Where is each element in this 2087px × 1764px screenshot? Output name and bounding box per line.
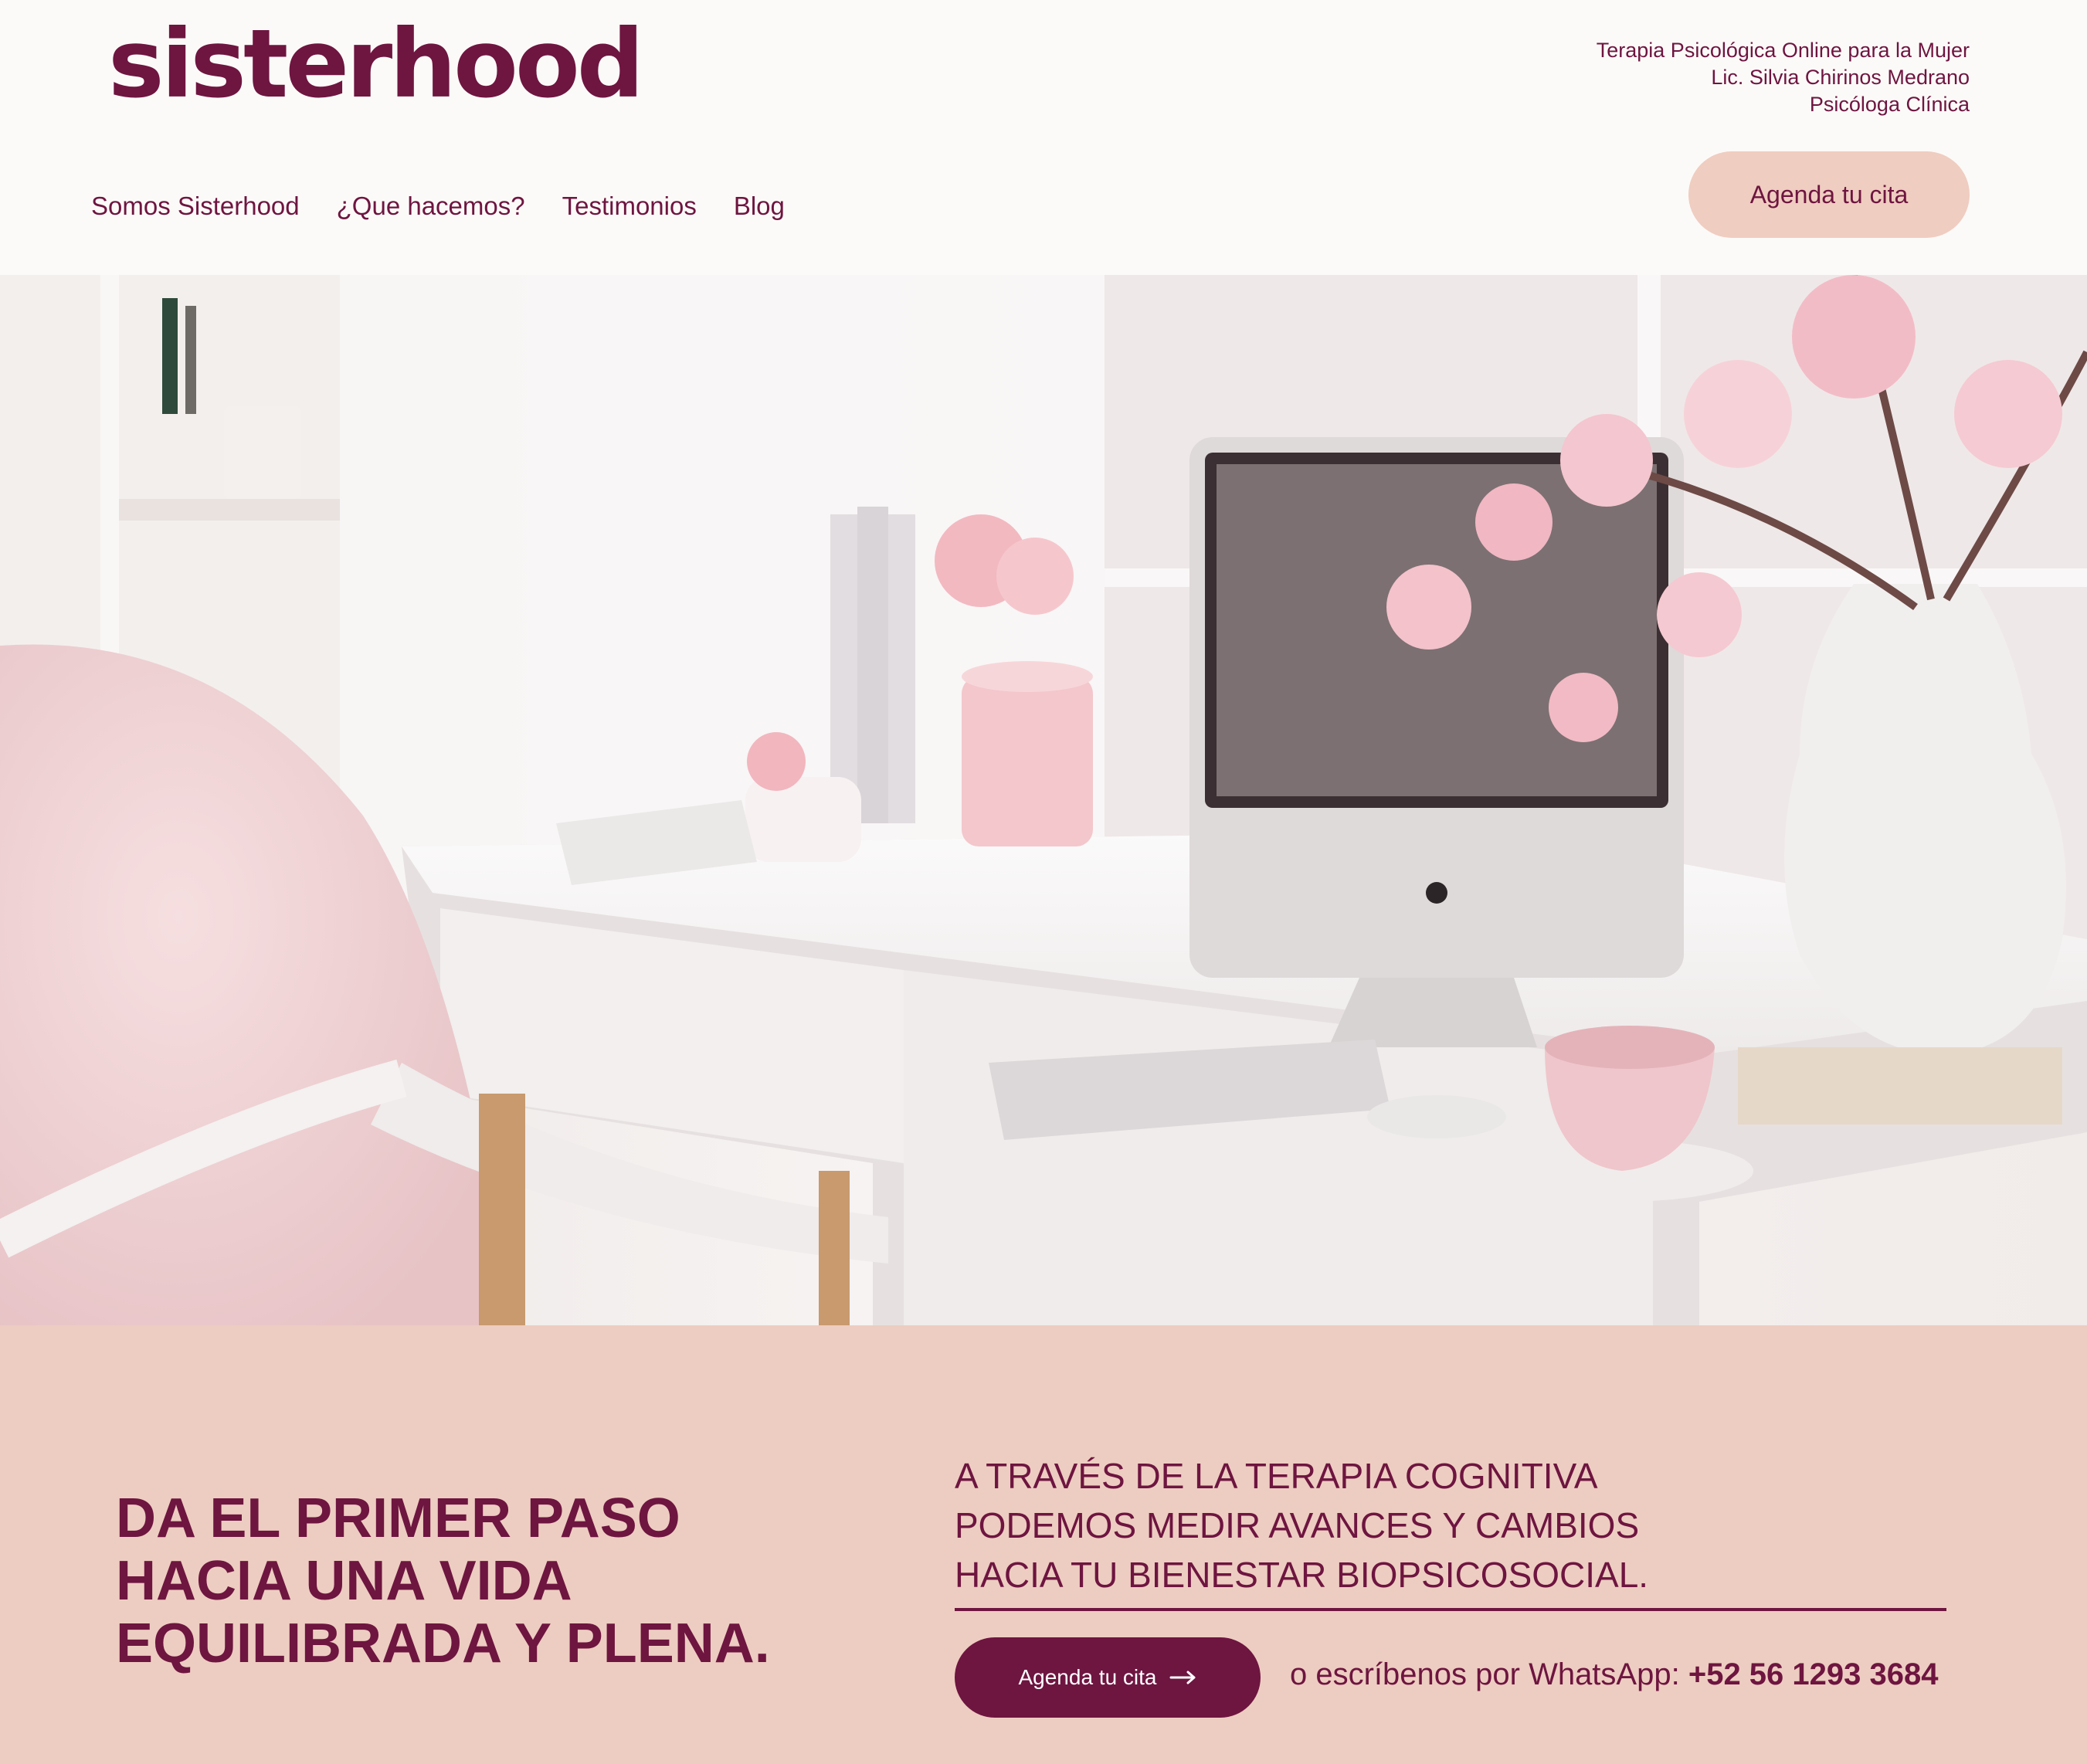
whatsapp-phone-link[interactable]: +52 56 1293 3684 (1688, 1657, 1939, 1691)
mouse (1367, 1095, 1506, 1138)
headline-line-2: HACIA UNA VIDA (116, 1550, 572, 1612)
description-line-3: HACIA TU BIENESTAR BIOPSICOSOCIAL. (955, 1555, 1649, 1595)
nav-item-que-hacemos[interactable]: ¿Que hacemos? (337, 192, 525, 221)
tagline-line-1: Terapia Psicológica Online para la Mujer (1596, 39, 1970, 62)
therapy-description: A TRAVÉS DE LA TERAPIA COGNITIVA PODEMOS… (955, 1451, 1959, 1599)
tagline-line-3: Psicóloga Clínica (1809, 93, 1970, 116)
whatsapp-contact: o escríbenos por WhatsApp: +52 56 1293 3… (1290, 1650, 1939, 1699)
tagline-line-2: Lic. Silvia Chirinos Medrano (1711, 66, 1970, 89)
main-nav: Somos Sisterhood ¿Que hacemos? Testimoni… (91, 192, 785, 221)
description-line-2: PODEMOS MEDIR AVANCES Y CAMBIOS (955, 1505, 1640, 1545)
arrow-right-icon (1169, 1671, 1196, 1684)
divider-line (955, 1608, 1946, 1611)
main-headline: DA EL PRIMER PASO HACIA UNA VIDA EQUILIB… (116, 1488, 873, 1675)
nav-item-testimonios[interactable]: Testimonios (562, 192, 697, 221)
description-line-1: A TRAVÉS DE LA TERAPIA COGNITIVA (955, 1456, 1598, 1496)
pencil-cup (224, 406, 301, 499)
cta-section: DA EL PRIMER PASO HACIA UNA VIDA EQUILIB… (0, 1325, 2087, 1764)
small-cup (745, 777, 861, 862)
agenda-cita-label: Agenda tu cita (1018, 1665, 1157, 1689)
desk-workspace-illustration (0, 275, 2087, 1325)
nav-item-blog[interactable]: Blog (734, 192, 785, 221)
site-header: sisterhood Terapia Psicológica Online pa… (0, 0, 2087, 275)
whatsapp-text: o escríbenos por WhatsApp: (1290, 1657, 1680, 1691)
header-agenda-button[interactable]: Agenda tu cita (1688, 151, 1970, 238)
nav-item-somos-sisterhood[interactable]: Somos Sisterhood (91, 192, 300, 221)
headline-line-3: EQUILIBRADA Y PLENA. (116, 1613, 770, 1674)
agenda-cita-button[interactable]: Agenda tu cita (955, 1637, 1261, 1718)
header-tagline: Terapia Psicológica Online para la Mujer… (1597, 37, 1970, 118)
hero-image (0, 275, 2087, 1325)
logo[interactable]: sisterhood (108, 17, 644, 111)
pink-mug (962, 677, 1093, 846)
headline-line-1: DA EL PRIMER PASO (116, 1488, 680, 1549)
